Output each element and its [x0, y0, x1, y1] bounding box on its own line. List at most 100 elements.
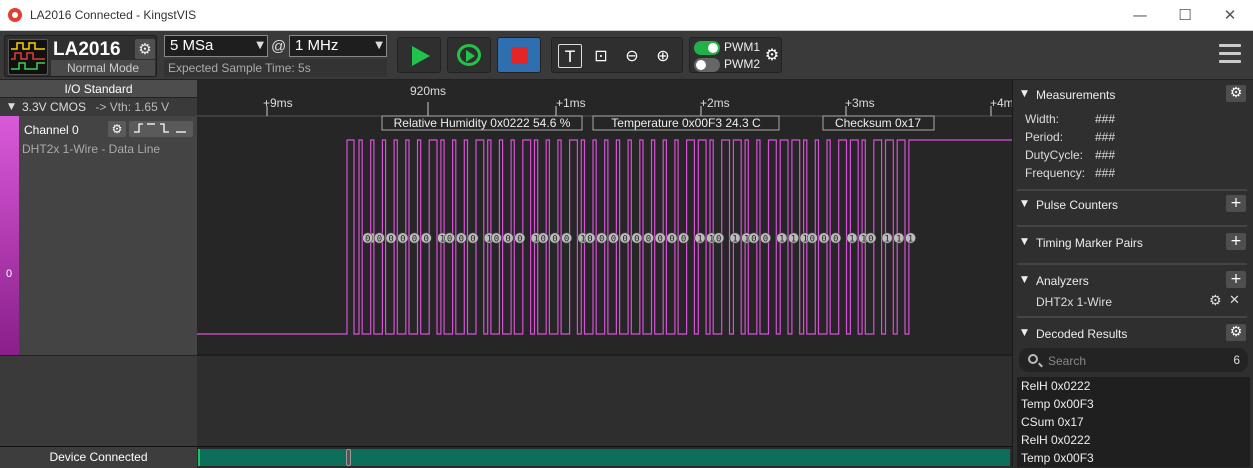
pwm1-label: PWM1	[724, 40, 760, 54]
io-standard-selector[interactable]: ▼ 3.3V CMOS -> Vth: 1.65 V	[0, 98, 197, 116]
measurement-value: ###	[1095, 166, 1116, 180]
bit-label: 1	[896, 235, 901, 245]
channel-panel-empty	[0, 355, 197, 446]
maximize-button[interactable]: ☐	[1170, 5, 1200, 25]
bit-label: 0	[540, 235, 545, 245]
decoded-result-item[interactable]: RelH 0x0222	[1017, 431, 1250, 449]
caret-down-icon[interactable]: ▼	[1021, 328, 1028, 338]
loop-start-button[interactable]	[447, 37, 491, 73]
channel-name[interactable]: Channel 0	[24, 123, 79, 137]
device-box: LA2016 ⚙ Normal Mode	[4, 35, 157, 77]
bit-label: 0	[459, 235, 464, 245]
bit-label: 0	[470, 235, 475, 245]
trigger-edge-buttons[interactable]	[129, 121, 193, 137]
pwm1-toggle[interactable]	[694, 41, 720, 55]
analyzer-item[interactable]: DHT2x 1-Wire	[1036, 295, 1112, 309]
text-annotation-button[interactable]: T	[558, 44, 582, 68]
zoom-in-icon[interactable]: ⊕	[651, 44, 675, 68]
decode-label-humidity: Relative Humidity 0x0222 54.6 %	[394, 116, 571, 130]
measurement-value: ###	[1095, 130, 1116, 144]
bit-label: 0	[669, 235, 674, 245]
bit-label: 0	[423, 235, 428, 245]
decoded-search-input[interactable]: Search 6	[1019, 348, 1248, 372]
hamburger-menu-icon[interactable]	[1219, 44, 1241, 64]
status-bar: Device Connected	[0, 446, 1012, 468]
timing-marker-pairs-title[interactable]: Timing Marker Pairs	[1036, 236, 1143, 250]
add-analyzer-button[interactable]: +	[1226, 271, 1246, 288]
sample-depth-select[interactable]: 5 MSa ▼	[164, 35, 268, 57]
pulse-counters-title[interactable]: Pulse Counters	[1036, 198, 1118, 212]
remove-analyzer-close-icon[interactable]: ✕	[1229, 293, 1240, 308]
divider	[1017, 225, 1247, 227]
bit-label: 1	[697, 235, 702, 245]
channel-row: Channel 0 ⚙ DHT2x 1-Wire - Data Line	[19, 116, 197, 355]
zoom-fit-icon[interactable]: ⊡	[589, 44, 613, 68]
stop-button[interactable]	[497, 37, 541, 73]
bit-label: 0	[646, 235, 651, 245]
play-icon	[466, 50, 475, 62]
io-standard-value: 3.3V CMOS	[22, 100, 87, 114]
bit-label: 0	[810, 235, 815, 245]
waveform-view[interactable]: +9ms +1ms +2ms +3ms +4m 920ms Relative H…	[197, 80, 1012, 446]
bit-label: 0	[763, 235, 768, 245]
time-marker-label: 920ms	[410, 84, 446, 98]
analyzers-title[interactable]: Analyzers	[1036, 274, 1089, 288]
measurement-label: Width:	[1025, 112, 1060, 126]
caret-down-icon[interactable]: ▼	[1021, 275, 1028, 285]
bit-label: 0	[552, 235, 557, 245]
chevron-down-icon: ▼	[375, 40, 383, 51]
decoded-result-item[interactable]: RelH 0x0222	[1017, 377, 1250, 395]
bit-label: 0	[494, 235, 499, 245]
caret-down-icon[interactable]: ▼	[1021, 237, 1028, 247]
connection-status: Device Connected	[0, 447, 197, 468]
device-settings-gear-icon[interactable]: ⚙	[135, 39, 155, 59]
sample-rate-value: 1 MHz	[295, 37, 339, 54]
bit-label: 0	[377, 235, 382, 245]
decoded-result-item[interactable]: CSum 0x17	[1017, 413, 1250, 431]
decoded-results-settings-gear-icon[interactable]: ⚙	[1226, 324, 1246, 341]
pwm2-toggle[interactable]	[694, 58, 720, 72]
time-tick-label: +1ms	[556, 96, 586, 110]
bit-label: 1	[849, 235, 854, 245]
overview-scroll-thumb[interactable]	[346, 449, 351, 466]
measurements-title[interactable]: Measurements	[1036, 88, 1115, 102]
bit-label: 1	[884, 235, 889, 245]
bit-label: 0	[868, 235, 873, 245]
channel-settings-gear-icon[interactable]: ⚙	[108, 121, 126, 137]
capture-overview-scrollbar[interactable]	[198, 449, 1010, 466]
channel-index: 0	[6, 268, 13, 280]
device-mode[interactable]: Normal Mode	[51, 60, 155, 76]
view-tools-group: T ⊡ ⊖ ⊕	[551, 37, 683, 73]
bit-label: 0	[412, 235, 417, 245]
add-pulse-counter-button[interactable]: +	[1226, 195, 1246, 212]
waveform-canvas[interactable]: +9ms +1ms +2ms +3ms +4m 920ms Relative H…	[197, 80, 1012, 446]
close-window-button[interactable]: ✕	[1215, 5, 1245, 25]
decoded-results-list[interactable]: RelH 0x0222 Temp 0x00F3 CSum 0x17 RelH 0…	[1017, 377, 1250, 467]
bit-label: 0	[400, 235, 405, 245]
measurements-settings-gear-icon[interactable]: ⚙	[1226, 85, 1246, 102]
channel-color-strip[interactable]: 0	[0, 116, 19, 355]
stop-icon	[511, 47, 528, 64]
caret-down-icon[interactable]: ▼	[1021, 89, 1028, 99]
add-timing-pair-button[interactable]: +	[1226, 233, 1246, 250]
zoom-out-icon[interactable]: ⊖	[620, 44, 644, 68]
decoded-result-item[interactable]: Temp 0x00F3	[1017, 449, 1250, 467]
minimize-button[interactable]: —	[1125, 5, 1155, 25]
result-count: 6	[1233, 353, 1240, 367]
analyzer-settings-gear-icon[interactable]: ⚙	[1209, 293, 1222, 309]
caret-down-icon[interactable]: ▼	[1021, 199, 1028, 209]
pwm-settings-gear-icon[interactable]: ⚙	[760, 43, 784, 67]
decoded-result-item[interactable]: Temp 0x00F3	[1017, 395, 1250, 413]
sample-depth-value: 5 MSa	[170, 37, 214, 54]
right-side-panel: ▼ Measurements ⚙ Width: ### Period: ### …	[1012, 80, 1253, 467]
device-waveform-icon[interactable]	[8, 39, 48, 75]
channel-panel: I/O Standard ▼ 3.3V CMOS -> Vth: 1.65 V …	[0, 80, 197, 446]
bit-label: 0	[564, 235, 569, 245]
expected-sample-time: Expected Sample Time: 5s	[164, 59, 387, 77]
io-standard-header: I/O Standard	[0, 80, 197, 98]
decode-label-temperature: Temperature 0x00F3 24.3 C	[611, 116, 761, 130]
decoded-results-title[interactable]: Decoded Results	[1036, 327, 1127, 341]
sample-rate-select[interactable]: 1 MHz ▼	[289, 35, 387, 57]
play-icon	[412, 46, 430, 66]
start-button[interactable]	[397, 37, 441, 73]
